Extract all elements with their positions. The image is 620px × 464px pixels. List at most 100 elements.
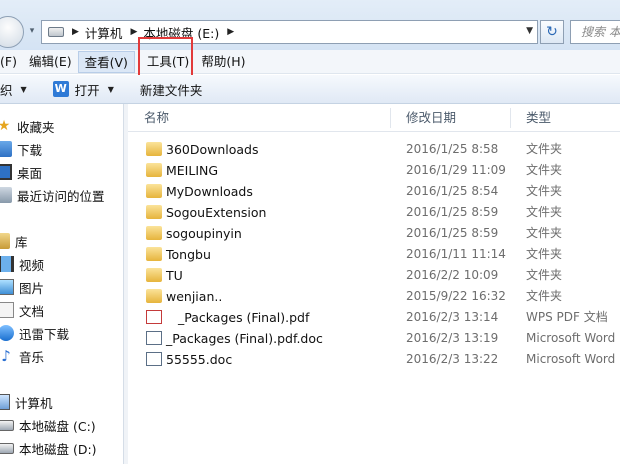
nav-label: 视频 (19, 257, 45, 273)
file-row[interactable]: Tongbu 2016/1/11 11:14 文件夹 (140, 244, 620, 265)
nav-pictures[interactable]: 图片 (0, 276, 44, 298)
nav-label: 计算机 (15, 395, 53, 411)
breadcrumb-computer[interactable]: 计算机 (85, 23, 123, 42)
nav-desktop[interactable]: 桌面 (0, 161, 42, 183)
nav-favorites[interactable]: ★ 收藏夹 (0, 115, 55, 137)
back-button[interactable] (0, 16, 24, 48)
address-box[interactable]: ▶ 计算机 ▶ 本地磁盘 (E:) ▶ ▼ (41, 20, 538, 44)
recent-places-icon (0, 187, 12, 203)
nav-music[interactable]: ♪ 音乐 (0, 345, 44, 367)
file-row[interactable]: 360Downloads 2016/1/25 8:58 文件夹 (140, 139, 620, 160)
file-type: 文件夹 (526, 226, 563, 240)
nav-recent[interactable]: 最近访问的位置 (0, 184, 105, 206)
menu-edit[interactable]: 编辑(E) (23, 51, 78, 73)
file-row[interactable]: MyDownloads 2016/1/25 8:54 文件夹 (140, 181, 620, 202)
file-row[interactable]: MEILING 2016/1/29 11:09 文件夹 (140, 160, 620, 181)
history-dropdown-icon[interactable]: ▾ (27, 26, 37, 36)
menu-bar: (F) 编辑(E) 查看(V) 工具(T) 帮助(H) (0, 50, 620, 74)
open-label: 打开 (74, 82, 100, 98)
menu-tools[interactable]: 工具(T) (141, 51, 195, 73)
column-header-name[interactable]: 名称 (128, 104, 390, 132)
file-type: 文件夹 (526, 142, 563, 156)
menu-file[interactable]: (F) (0, 51, 23, 73)
word-file-icon (146, 331, 162, 345)
nav-label: 图片 (19, 280, 45, 296)
new-folder-button[interactable]: 新建文件夹 (134, 78, 209, 100)
nav-videos[interactable]: 视频 (0, 253, 44, 275)
file-type: 文件夹 (526, 268, 563, 282)
nav-documents[interactable]: 文档 (0, 299, 44, 321)
folder-icon (146, 247, 162, 261)
nav-label: 本地磁盘 (D:) (19, 441, 97, 457)
file-modified-date: 2016/2/2 10:09 (406, 268, 499, 282)
file-row[interactable]: SogouExtension 2016/1/25 8:59 文件夹 (140, 202, 620, 223)
file-modified-date: 2016/1/11 11:14 (406, 247, 506, 261)
column-header-modified[interactable]: 修改日期 (390, 104, 510, 132)
drive-icon (0, 419, 14, 431)
library-icon (0, 233, 10, 249)
nav-label: 音乐 (19, 349, 45, 365)
desktop-icon (0, 164, 12, 180)
folder-icon (146, 142, 162, 156)
chevron-right-icon[interactable]: ▶ (227, 27, 234, 37)
column-headers: 名称 修改日期 类型 (128, 104, 620, 132)
word-file-icon (146, 352, 162, 366)
music-icon: ♪ (1, 347, 11, 365)
file-modified-date: 2016/2/3 13:19 (406, 331, 499, 345)
file-row[interactable]: _Packages (Final).pdf.doc 2016/2/3 13:19 M… (140, 328, 620, 349)
nav-label: 下载 (17, 142, 43, 158)
address-bar-row: ▾ ▶ 计算机 ▶ 本地磁盘 (E:) ▶ ▼ ↻ 搜索 本 (0, 0, 620, 56)
nav-computer[interactable]: 计算机 (0, 391, 53, 413)
menu-help[interactable]: 帮助(H) (195, 51, 251, 73)
nav-drive-c[interactable]: 本地磁盘 (C:) (0, 414, 96, 436)
file-type: Microsoft Word (526, 331, 616, 345)
nav-libraries[interactable]: 库 (0, 230, 28, 252)
nav-label: 迅雷下载 (19, 326, 70, 342)
command-toolbar: 织 ▼ W 打开 ▼ 新建文件夹 (0, 75, 620, 104)
file-list: 名称 修改日期 类型 360Downloads 2016/1/25 8:58 文件夹… (128, 104, 620, 464)
nav-drive-d[interactable]: 本地磁盘 (D:) (0, 437, 97, 459)
file-row[interactable]: wenjian.. 2015/9/22 16:32 文件夹 (140, 286, 620, 307)
video-icon (0, 256, 14, 272)
nav-label: 本地磁盘 (C:) (19, 418, 96, 434)
chevron-down-icon[interactable]: ▼ (526, 26, 533, 36)
refresh-button[interactable]: ↻ (540, 20, 564, 44)
breadcrumb-drive-e[interactable]: 本地磁盘 (E:) (143, 23, 219, 42)
file-type: 文件夹 (526, 247, 563, 261)
chevron-right-icon[interactable]: ▶ (72, 27, 79, 37)
file-name: sogoupinyin (166, 226, 242, 241)
drive-icon (48, 27, 64, 37)
file-name: wenjian.. (166, 289, 223, 304)
file-name: Tongbu (166, 247, 211, 262)
nav-downloads[interactable]: 下载 (0, 138, 42, 160)
folder-icon (146, 163, 162, 177)
chevron-down-icon: ▼ (20, 84, 27, 94)
file-name: SogouExtension (166, 205, 267, 220)
file-row[interactable]: sogoupinyin 2016/1/25 8:59 文件夹 (140, 223, 620, 244)
menu-view[interactable]: 查看(V) (77, 50, 135, 73)
folder-icon (146, 289, 162, 303)
file-name: MyDownloads (166, 184, 253, 199)
documents-icon (0, 302, 14, 318)
thunder-icon (0, 325, 14, 341)
wps-icon: W (52, 81, 69, 97)
file-row[interactable]: _Packages (Final).pdf 2016/2/3 13:14 WPS P… (140, 307, 620, 328)
open-button[interactable]: W 打开 ▼ (47, 78, 120, 100)
search-input[interactable]: 搜索 本 (570, 20, 620, 44)
file-row[interactable]: TU 2016/2/2 10:09 文件夹 (140, 265, 620, 286)
file-name: MEILING (166, 163, 219, 178)
organize-label: 织 (0, 82, 13, 98)
nav-thunder-downloads[interactable]: 迅雷下载 (0, 322, 69, 344)
file-name: 360Downloads (166, 142, 259, 157)
file-type: 文件夹 (526, 163, 563, 177)
navigation-pane: ★ 收藏夹 下载 桌面 最近访问的位置 库 视频 图片 文档 迅雷下载 ♪ 音乐… (0, 104, 124, 464)
folder-icon (146, 226, 162, 240)
folder-icon (146, 205, 162, 219)
pictures-icon (0, 279, 14, 295)
nav-label: 库 (15, 234, 28, 250)
organize-button[interactable]: 织 ▼ (0, 78, 33, 100)
column-header-type[interactable]: 类型 (510, 104, 620, 132)
file-row[interactable]: 55555.doc 2016/2/3 13:22 Microsoft Word (140, 349, 620, 370)
chevron-right-icon[interactable]: ▶ (130, 27, 137, 37)
nav-label: 桌面 (17, 165, 43, 181)
